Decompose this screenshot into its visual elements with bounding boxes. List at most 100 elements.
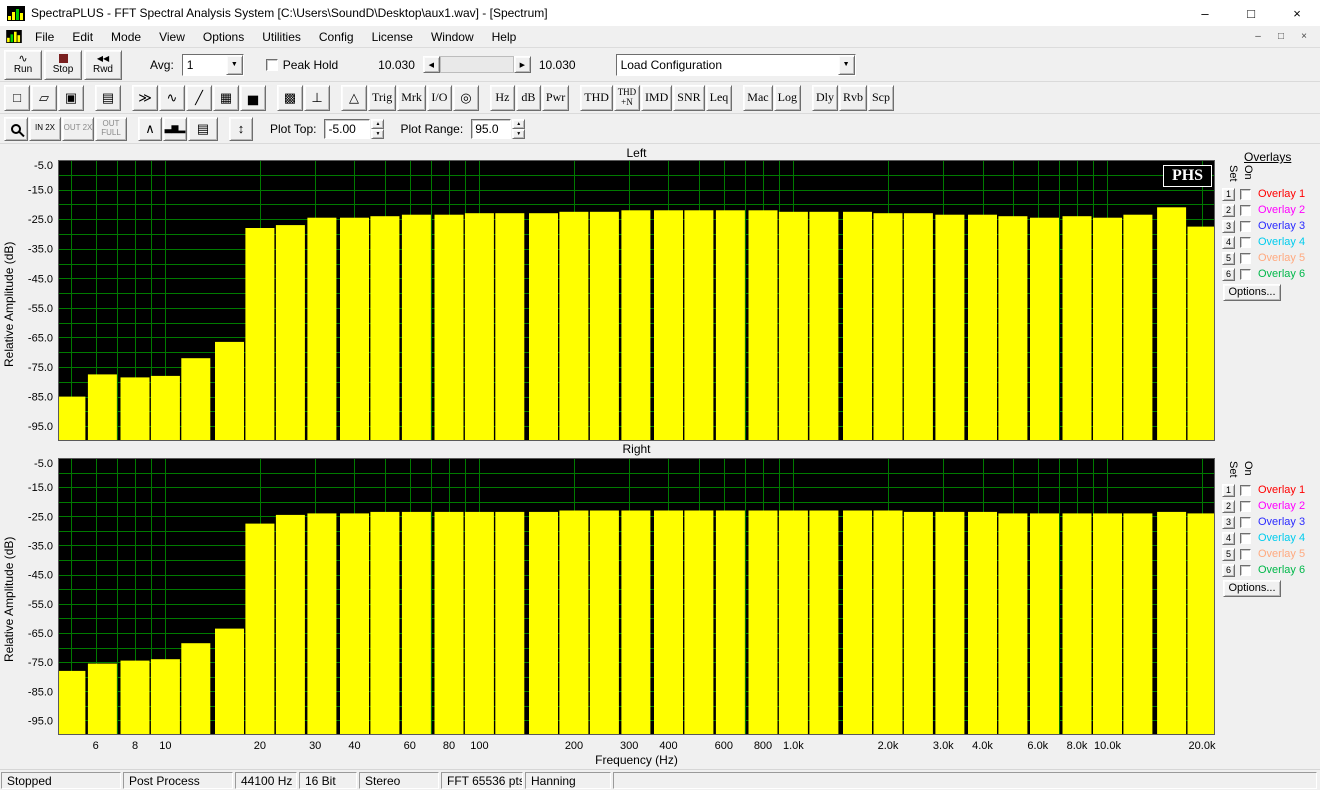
- plot-top-spinner[interactable]: -5.00 ▲ ▼: [324, 119, 384, 139]
- overlay-set-button-3[interactable]: 3: [1222, 516, 1235, 529]
- overlay-on-checkbox-3[interactable]: [1240, 517, 1251, 528]
- phase-view-button[interactable]: ╱: [186, 85, 212, 111]
- mac-button[interactable]: Mac: [743, 85, 772, 111]
- io-device-button[interactable]: I/O: [427, 85, 452, 111]
- plot-range-up-icon[interactable]: ▲: [512, 119, 525, 129]
- rvb-button[interactable]: Rvb: [839, 85, 867, 111]
- close-icon[interactable]: ×: [1274, 0, 1320, 26]
- marker-button[interactable]: Mrk: [397, 85, 426, 111]
- signal-generator-button[interactable]: △: [341, 85, 367, 111]
- plot-top-down-icon[interactable]: ▼: [371, 129, 384, 139]
- overlay-on-checkbox-5[interactable]: [1240, 253, 1251, 264]
- surface-view-button[interactable]: ▩: [277, 85, 303, 111]
- menu-utilities[interactable]: Utilities: [253, 26, 310, 48]
- save-button[interactable]: ▣: [58, 85, 84, 111]
- overlay-set-button-4[interactable]: 4: [1222, 532, 1235, 545]
- scrub-left-arrow-icon[interactable]: ◀: [423, 56, 440, 73]
- overlay-set-button-5[interactable]: 5: [1222, 252, 1235, 265]
- overlay-on-checkbox-6[interactable]: [1240, 269, 1251, 280]
- scaling-button[interactable]: ⊥: [304, 85, 330, 111]
- spectrum-view-button[interactable]: ▅: [240, 85, 266, 111]
- overlay-on-checkbox-1[interactable]: [1240, 485, 1251, 496]
- data-list-button[interactable]: ▤: [188, 117, 218, 141]
- menu-view[interactable]: View: [150, 26, 194, 48]
- overlay-set-button-5[interactable]: 5: [1222, 548, 1235, 561]
- zoom-out-full-button[interactable]: OUT FULL: [95, 117, 127, 141]
- zoom-button[interactable]: [4, 117, 28, 141]
- new-file-button[interactable]: □: [4, 85, 30, 111]
- avg-dropdown-icon[interactable]: ▼: [226, 55, 243, 75]
- mdi-minimize-icon[interactable]: –: [1248, 29, 1268, 45]
- overlay-options-button[interactable]: Options...: [1223, 580, 1281, 597]
- snr-button[interactable]: SNR: [673, 85, 704, 111]
- overlay-on-checkbox-2[interactable]: [1240, 501, 1251, 512]
- plot-range-value[interactable]: 95.0: [471, 119, 511, 139]
- overlay-set-button-1[interactable]: 1: [1222, 484, 1235, 497]
- overlay-set-button-6[interactable]: 6: [1222, 564, 1235, 577]
- overlay-set-button-3[interactable]: 3: [1222, 220, 1235, 233]
- hz-button[interactable]: Hz: [490, 85, 515, 111]
- menu-config[interactable]: Config: [310, 26, 363, 48]
- minimize-icon[interactable]: –: [1182, 0, 1228, 26]
- mdi-restore-icon[interactable]: □: [1271, 29, 1291, 45]
- overlay-on-checkbox-5[interactable]: [1240, 549, 1251, 560]
- load-configuration-dropdown-icon[interactable]: ▼: [838, 55, 855, 75]
- overlay-set-button-6[interactable]: 6: [1222, 268, 1235, 281]
- time-series-view-button[interactable]: ∿: [159, 85, 185, 111]
- overlay-set-button-2[interactable]: 2: [1222, 500, 1235, 513]
- maximize-icon[interactable]: □: [1228, 0, 1274, 26]
- overlay-on-checkbox-6[interactable]: [1240, 565, 1251, 576]
- leq-button[interactable]: Leq: [706, 85, 733, 111]
- time-scrub-track[interactable]: [440, 56, 514, 73]
- plot-range-down-icon[interactable]: ▼: [512, 129, 525, 139]
- menu-mode[interactable]: Mode: [102, 26, 150, 48]
- print-button[interactable]: ▤: [95, 85, 121, 111]
- zoom-out-2x-button[interactable]: OUT 2X: [62, 117, 94, 141]
- overlay-on-checkbox-1[interactable]: [1240, 189, 1251, 200]
- peak-cursor-button[interactable]: ∧: [138, 117, 162, 141]
- menu-license[interactable]: License: [363, 26, 422, 48]
- thd-n-button[interactable]: THD+N: [614, 85, 640, 111]
- log-button[interactable]: Log: [774, 85, 801, 111]
- plot-top-value[interactable]: -5.00: [324, 119, 370, 139]
- db-button[interactable]: dB: [516, 85, 541, 111]
- menu-help[interactable]: Help: [483, 26, 526, 48]
- menu-edit[interactable]: Edit: [63, 26, 102, 48]
- pwr-button[interactable]: Pwr: [542, 85, 569, 111]
- fast-forward-button[interactable]: ≫: [132, 85, 158, 111]
- mdi-close-icon[interactable]: ×: [1294, 29, 1314, 45]
- dly-button[interactable]: Dly: [812, 85, 838, 111]
- overlay-options-button[interactable]: Options...: [1223, 284, 1281, 301]
- scp-button[interactable]: Scp: [868, 85, 894, 111]
- spectrogram-view-button[interactable]: ▦: [213, 85, 239, 111]
- open-file-button[interactable]: ▱: [31, 85, 57, 111]
- tone-button[interactable]: ◎: [453, 85, 479, 111]
- thd-button[interactable]: THD: [580, 85, 613, 111]
- avg-combobox[interactable]: 1 ▼: [182, 54, 244, 76]
- overlay-set-button-2[interactable]: 2: [1222, 204, 1235, 217]
- peak-hold-toggle[interactable]: Peak Hold: [266, 58, 338, 72]
- stop-button[interactable]: Stop: [44, 50, 82, 80]
- peak-hold-checkbox[interactable]: [266, 59, 278, 71]
- scrub-right-arrow-icon[interactable]: ▶: [514, 56, 531, 73]
- zoom-in-2x-button[interactable]: IN 2X: [29, 117, 61, 141]
- spectrum-chart-left[interactable]: -5.0-15.0-25.0-35.0-45.0-55.0-65.0-75.0-…: [18, 160, 1218, 442]
- load-configuration-combobox[interactable]: Load Configuration ▼: [616, 54, 856, 76]
- menu-window[interactable]: Window: [422, 26, 483, 48]
- run-button[interactable]: ∿ Run: [4, 50, 42, 80]
- plot-range-spinner[interactable]: 95.0 ▲ ▼: [471, 119, 525, 139]
- menu-options[interactable]: Options: [194, 26, 253, 48]
- overlay-set-button-4[interactable]: 4: [1222, 236, 1235, 249]
- overlay-on-checkbox-4[interactable]: [1240, 533, 1251, 544]
- menu-file[interactable]: File: [26, 26, 63, 48]
- trigger-button[interactable]: Trig: [368, 85, 396, 111]
- rwd-button[interactable]: ◀◀ Rwd: [84, 50, 122, 80]
- overlay-on-checkbox-4[interactable]: [1240, 237, 1251, 248]
- imd-button[interactable]: IMD: [641, 85, 672, 111]
- overlay-on-checkbox-3[interactable]: [1240, 221, 1251, 232]
- overlay-on-checkbox-2[interactable]: [1240, 205, 1251, 216]
- bar-display-button[interactable]: ▃▆▂: [163, 117, 187, 141]
- spectrum-chart-right[interactable]: -5.0-15.0-25.0-35.0-45.0-55.0-65.0-75.0-…: [18, 458, 1218, 754]
- marker-tool-button[interactable]: ↕: [229, 117, 253, 141]
- plot-top-up-icon[interactable]: ▲: [371, 119, 384, 129]
